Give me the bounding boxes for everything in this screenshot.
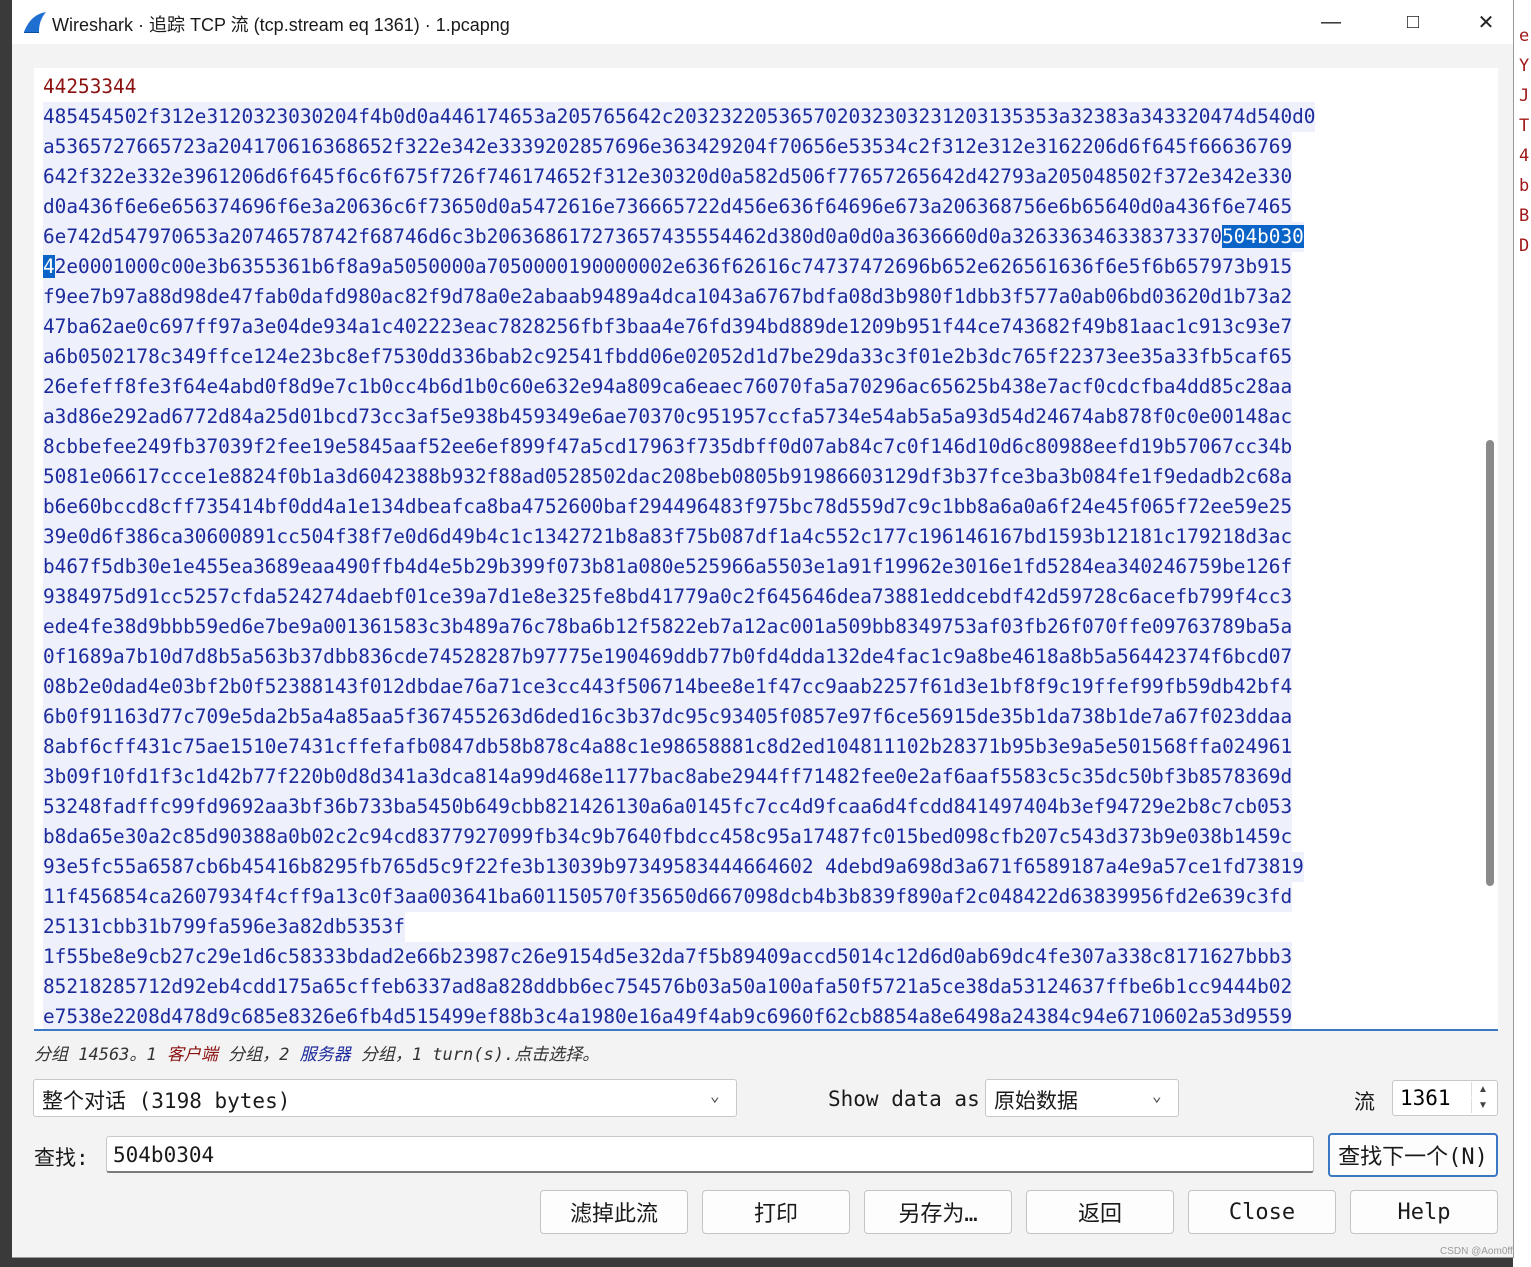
stream-data-line[interactable]: 3b09f10fd1f3c1d42b77f220b0d8d341a3dca814…	[43, 762, 1463, 792]
stream-data-line[interactable]: 47ba62ae0c697ff97a3e04de934a1c402223eac7…	[43, 312, 1463, 342]
show-data-as-select[interactable]: 原始数据 ⌄	[985, 1079, 1179, 1117]
background-edge-char: J	[1519, 86, 1530, 106]
background-edge-char: D	[1519, 236, 1530, 256]
window-title: Wireshark · 追踪 TCP 流 (tcp.stream eq 1361…	[52, 15, 510, 35]
conversation-select[interactable]: 整个对话 (3198 bytes) ⌄	[33, 1079, 737, 1117]
close-button[interactable]: Close	[1188, 1190, 1336, 1234]
stream-data-line[interactable]: b8da65e30a2c85d90388a0b02c2c94cd83779270…	[43, 822, 1463, 852]
minimize-icon[interactable]: —	[1295, 0, 1367, 44]
close-icon[interactable]: ✕	[1450, 0, 1522, 44]
background-window-edge: eYJT4bBD	[1513, 0, 1531, 1267]
watermark: CSDN @Aom0ff	[1440, 1246, 1513, 1257]
stream-data-line[interactable]: 6e742d547970653a20746578742f68746d6c3b20…	[43, 222, 1463, 252]
stream-data-line[interactable]: f9ee7b97a88d98de47fab0dafd980ac82f9d78a0…	[43, 282, 1463, 312]
stream-data-line[interactable]: 53248fadffc99fd9692aa3bf36b733ba5450b649…	[43, 792, 1463, 822]
server-data-block-2[interactable]: 1f55be8e9cb27c29e1d6c58333bdad2e66b23987…	[43, 942, 1463, 1029]
stream-data-line[interactable]: 11f456854ca2607934f4cff9a13c0f3aa003641b…	[43, 882, 1463, 912]
vertical-scrollbar[interactable]	[1482, 68, 1498, 1029]
chevron-down-icon: ⌄	[710, 1086, 720, 1105]
find-label: 查找:	[34, 1146, 89, 1170]
stream-data-line[interactable]: 9384975d91cc5257cfda524274daebf01ce39a7d…	[43, 582, 1463, 612]
spin-down-icon[interactable]: ▼	[1471, 1098, 1494, 1113]
stream-number-spinbox[interactable]: 1361 ▲ ▼	[1392, 1080, 1498, 1116]
search-match-highlight: 4	[43, 255, 55, 278]
find-input[interactable]: 504b0304	[106, 1136, 1314, 1173]
show-data-as-label: Show data as	[828, 1087, 980, 1111]
stream-number-label: 流	[1354, 1090, 1375, 1114]
stream-data-line[interactable]: ede4fe38d9bbb59ed6e7be9a001361583c3b489a…	[43, 612, 1463, 642]
stream-data-line[interactable]: 0f1689a7b10d7d8b5a563b37dbb836cde7452828…	[43, 642, 1463, 672]
title-bar: Wireshark · 追踪 TCP 流 (tcp.stream eq 1361…	[12, 0, 1513, 44]
stream-data-line[interactable]: 642f322e332e3961206d6f645f6c6f675f726f74…	[43, 162, 1463, 192]
save-as-button[interactable]: 另存为…	[864, 1190, 1012, 1234]
filter-out-stream-button[interactable]: 滤掉此流	[540, 1190, 688, 1234]
stream-data-line[interactable]: 8cbbefee249fb37039f2fee19e5845aaf52ee6ef…	[43, 432, 1463, 462]
wireshark-fin-icon	[24, 12, 46, 33]
spin-up-icon[interactable]: ▲	[1471, 1082, 1494, 1097]
client-data-line[interactable]: 44253344	[43, 72, 1463, 102]
stream-data-line[interactable]: 93e5fc55a6587cb6b45416b8295fb765d5c9f22f…	[43, 852, 1463, 882]
stream-data-line[interactable]: 8abf6cff431c75ae1510e7431cffefafb0847db5…	[43, 732, 1463, 762]
stream-data-line[interactable]: e7538e2208d478d9c685e8326e6fb4d515499ef8…	[43, 1002, 1463, 1029]
background-edge-char: B	[1519, 206, 1530, 226]
stream-data-line[interactable]: b467f5db30e1e455ea3689eaa490ffb4d4e5b29b…	[43, 552, 1463, 582]
chevron-down-icon: ⌄	[1152, 1086, 1162, 1105]
stream-data-line[interactable]: 26efeff8fe3f64e4abd0f8d9e7c1b0cc4b6d1b0c…	[43, 372, 1463, 402]
stream-data-line[interactable]: 08b2e0dad4e03bf2b0f52388143f012dbdae76a7…	[43, 672, 1463, 702]
back-button[interactable]: 返回	[1026, 1190, 1174, 1234]
stream-data-line[interactable]: 485454502f312e3120323030204f4b0d0a446174…	[43, 102, 1463, 132]
stream-data-line[interactable]: b6e60bccd8cff735414bf0dd4a1e134dbeafca8b…	[43, 492, 1463, 522]
background-edge-char: 4	[1519, 146, 1530, 166]
client-label: 客户端	[166, 1045, 218, 1065]
search-match-highlight: 504b030	[1222, 225, 1304, 248]
stream-data-line[interactable]: a6b0502178c349ffce124e23bc8ef7530dd336ba…	[43, 342, 1463, 372]
background-edge-char: b	[1519, 176, 1530, 196]
stream-data-line[interactable]: 39e0d6f386ca30600891cc504f38f7e0d6d49b4c…	[43, 522, 1463, 552]
background-edge-char: T	[1519, 116, 1530, 136]
print-button[interactable]: 打印	[702, 1190, 850, 1234]
stream-data-line[interactable]: 42e0001000c00e3b6355361b6f8a9a5050000a70…	[43, 252, 1463, 282]
server-label: 服务器	[299, 1045, 351, 1065]
background-edge-char: Y	[1519, 56, 1530, 76]
stream-data-line[interactable]: a3d86e292ad6772d84a25d01bcd73cc3af5e938b…	[43, 402, 1463, 432]
stream-data-line[interactable]: 85218285712d92eb4cdd175a65cffeb6337ad8a8…	[43, 972, 1463, 1002]
stream-data-line[interactable]: d0a436f6e6e656374696f6e3a20636c6f73650d0…	[43, 192, 1463, 222]
stream-data-line[interactable]: 1f55be8e9cb27c29e1d6c58333bdad2e66b23987…	[43, 942, 1463, 972]
server-data-block[interactable]: 485454502f312e3120323030204f4b0d0a446174…	[43, 102, 1463, 942]
scrollbar-thumb[interactable]	[1486, 440, 1494, 886]
stream-data-line[interactable]: 5081e06617ccce1e8824f0b1a3d6042388b932f8…	[43, 462, 1463, 492]
stream-content-area[interactable]: 44253344 485454502f312e3120323030204f4b0…	[34, 68, 1498, 1031]
stream-data-line[interactable]: 6b0f91163d77c709e5da2b5a4a85aa5f36745526…	[43, 702, 1463, 732]
follow-tcp-stream-dialog: Wireshark · 追踪 TCP 流 (tcp.stream eq 1361…	[12, 0, 1514, 1258]
find-next-button[interactable]: 查找下一个(N)	[1328, 1133, 1498, 1177]
status-line: 分组 14563。1 客户端 分组，2 服务器 分组，1 turn(s).点击选…	[34, 1045, 600, 1065]
stream-data-line[interactable]: a5365727665723a204170616368652f322e342e3…	[43, 132, 1463, 162]
stream-data-line[interactable]: 25131cbb31b799fa596e3a82db5353f	[43, 912, 1463, 942]
maximize-icon[interactable]: □	[1377, 0, 1449, 44]
help-button[interactable]: Help	[1350, 1190, 1498, 1234]
